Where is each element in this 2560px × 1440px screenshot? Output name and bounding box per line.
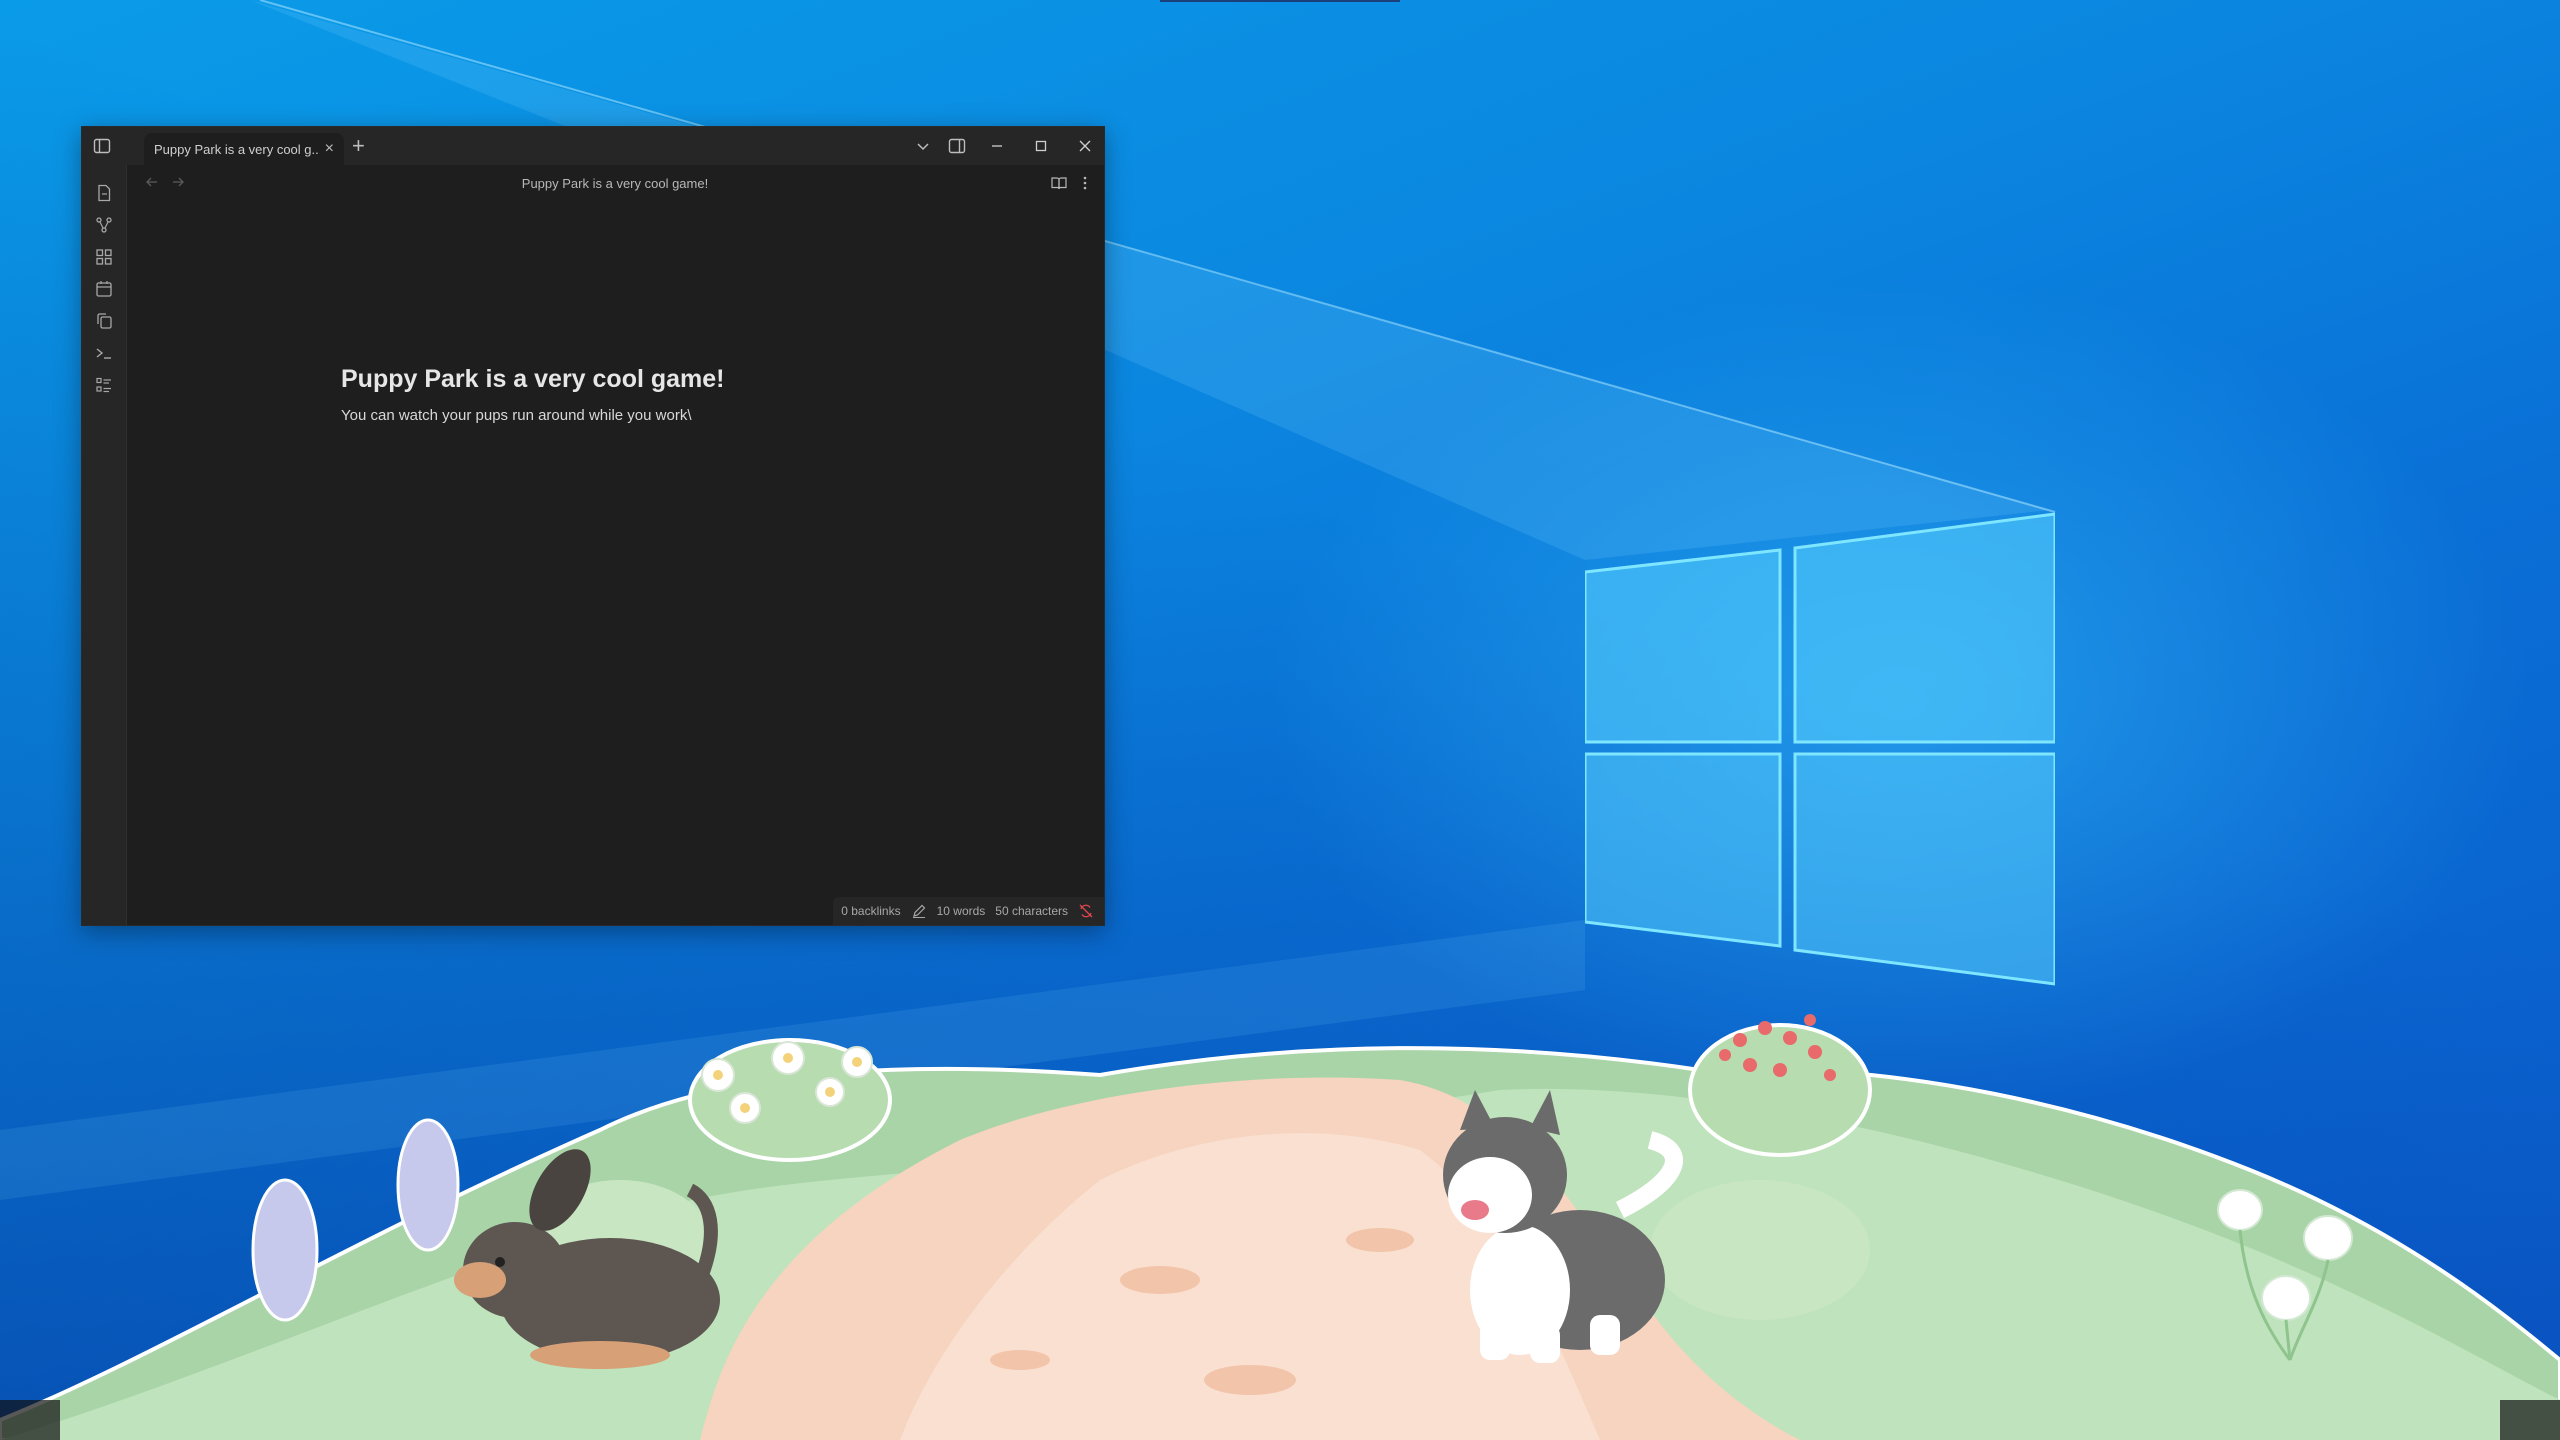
view-header: Puppy Park is a very cool game! xyxy=(126,165,1104,201)
chevron-down-icon[interactable] xyxy=(912,135,934,157)
close-icon[interactable] xyxy=(1074,135,1096,157)
note-editor[interactable]: Puppy Park is a very cool game! You can … xyxy=(341,365,725,424)
minimize-icon[interactable] xyxy=(986,135,1008,157)
file-icon[interactable] xyxy=(94,183,114,203)
more-options-icon[interactable] xyxy=(1076,174,1094,192)
book-open-icon[interactable] xyxy=(1050,174,1068,192)
word-count: 10 words xyxy=(936,904,986,918)
note-paragraph[interactable]: You can watch your pups run around while… xyxy=(341,407,725,424)
layout-icon[interactable] xyxy=(94,247,114,267)
terminal-icon[interactable] xyxy=(94,343,114,363)
title-bar: Puppy Park is a very cool g... × + xyxy=(82,127,1104,165)
calendar-icon[interactable] xyxy=(94,279,114,299)
left-ribbon xyxy=(82,165,127,925)
list-icon[interactable] xyxy=(94,375,114,395)
tab-close-icon[interactable]: × xyxy=(325,141,334,157)
status-bar: 0 backlinks 10 words 50 characters xyxy=(833,897,1104,925)
obsidian-window: Puppy Park is a very cool g... × + Puppy… xyxy=(81,126,1105,926)
windows-logo xyxy=(1585,512,2055,986)
maximize-icon[interactable] xyxy=(1030,135,1052,157)
notification-area[interactable] xyxy=(2500,1400,2560,1440)
puppy-park-scene xyxy=(0,1014,2560,1440)
new-tab-button[interactable]: + xyxy=(352,134,365,158)
top-edge-marker xyxy=(1160,0,1400,2)
graph-icon[interactable] xyxy=(94,215,114,235)
tab-label: Puppy Park is a very cool g... xyxy=(154,141,319,157)
sync-disabled-icon[interactable] xyxy=(1078,903,1094,919)
start-button-area[interactable] xyxy=(0,1400,60,1440)
backlinks-count[interactable]: 0 backlinks xyxy=(841,904,900,918)
note-heading[interactable]: Puppy Park is a very cool game! xyxy=(341,365,725,394)
copy-icon[interactable] xyxy=(94,311,114,331)
view-title: Puppy Park is a very cool game! xyxy=(521,176,709,191)
pencil-icon[interactable] xyxy=(911,903,927,919)
character-count: 50 characters xyxy=(995,904,1068,918)
tab-note[interactable]: Puppy Park is a very cool g... × xyxy=(144,133,344,165)
right-sidebar-toggle-icon[interactable] xyxy=(946,135,968,157)
sidebar-toggle-icon[interactable] xyxy=(92,136,112,156)
